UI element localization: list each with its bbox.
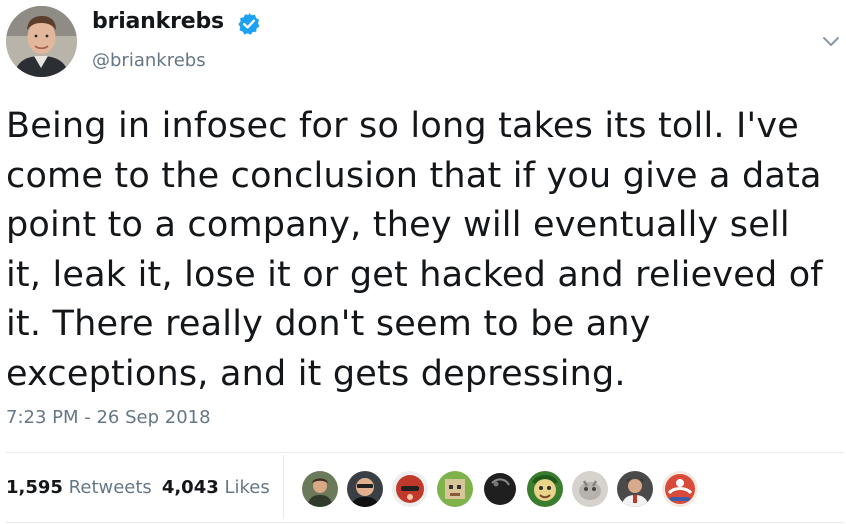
tweet-stats: 1,595 Retweets 4,043 Likes bbox=[6, 477, 270, 498]
tweet-text-line: exceptions, and it gets depressing. bbox=[6, 353, 626, 394]
chevron-down-icon[interactable] bbox=[820, 33, 842, 51]
tweet-text: Being in infosec for so long takes its t… bbox=[6, 102, 842, 399]
tweet-text-line: point to a company, they will eventually… bbox=[6, 205, 790, 245]
liker-avatar-4-icon[interactable] bbox=[436, 470, 474, 508]
divider bbox=[6, 452, 844, 453]
liker-avatar-8-icon[interactable] bbox=[616, 470, 654, 508]
liker-avatar-5-icon[interactable] bbox=[481, 470, 519, 508]
retweets-stat[interactable]: 1,595 Retweets bbox=[6, 477, 152, 498]
likes-stat[interactable]: 4,043 Likes bbox=[162, 477, 270, 498]
liker-avatar-6-icon[interactable] bbox=[526, 470, 564, 508]
liker-avatar-2-icon[interactable] bbox=[346, 470, 384, 508]
likes-label: Likes bbox=[224, 477, 270, 498]
retweets-label: Retweets bbox=[68, 477, 152, 498]
stats-separator bbox=[283, 455, 284, 519]
display-name[interactable]: briankrebs bbox=[92, 9, 224, 34]
profile-photo-icon[interactable] bbox=[6, 6, 77, 77]
retweets-count: 1,595 bbox=[6, 477, 63, 498]
liker-avatar-1-icon[interactable] bbox=[301, 470, 339, 508]
tweet-text-line: it, leak it, lose it or get hacked and r… bbox=[6, 254, 823, 295]
liker-avatar-7-icon[interactable] bbox=[571, 470, 609, 508]
liker-avatar-3-icon[interactable] bbox=[391, 470, 429, 508]
tweet-text-line: Being in infosec for so long takes its t… bbox=[6, 106, 800, 146]
divider bbox=[6, 522, 844, 523]
tweet-text-line: come to the conclusion that if you give … bbox=[6, 155, 822, 196]
user-handle[interactable]: @briankrebs bbox=[92, 50, 206, 71]
tweet-timestamp[interactable]: 7:23 PM - 26 Sep 2018 bbox=[6, 407, 211, 428]
liker-avatar-9-icon[interactable] bbox=[661, 470, 699, 508]
verified-badge-icon bbox=[237, 12, 261, 36]
tweet-text-line: it. There really don't seem to be any bbox=[6, 304, 651, 344]
likes-count: 4,043 bbox=[161, 477, 219, 498]
